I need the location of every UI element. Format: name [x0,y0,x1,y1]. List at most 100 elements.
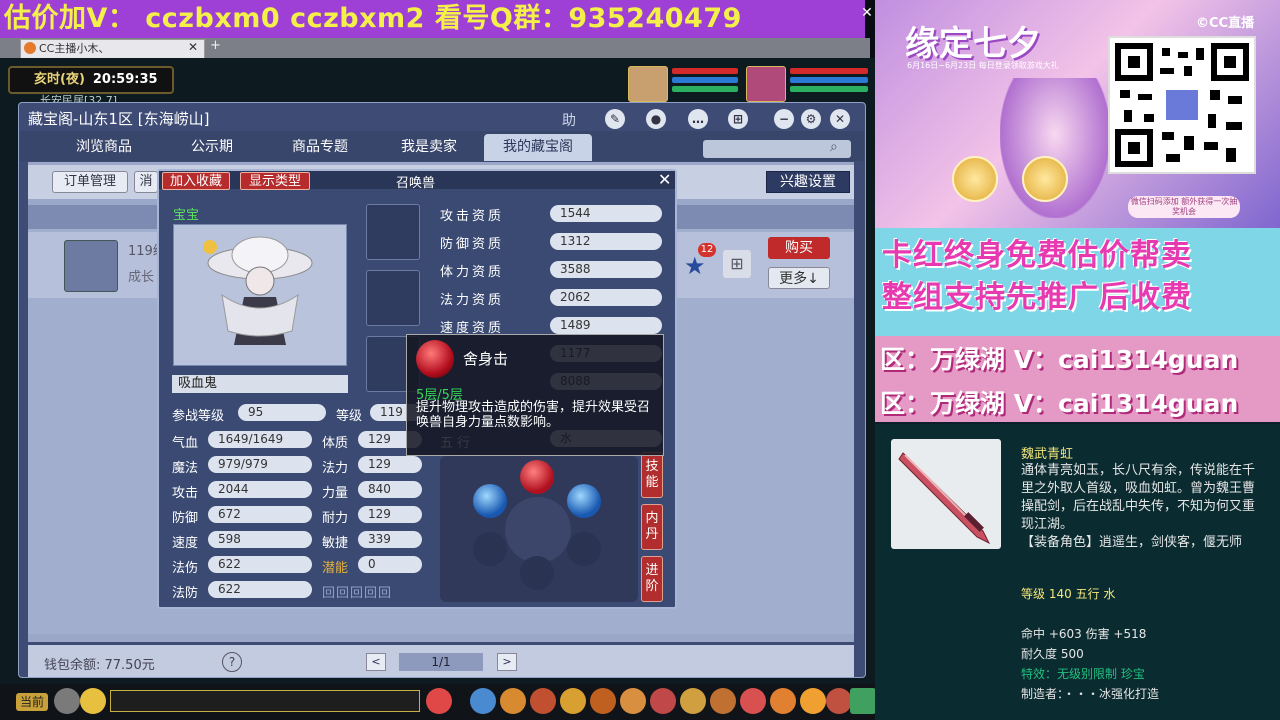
empty-orb-slot[interactable] [473,532,507,566]
tab-public[interactable]: 公示期 [162,134,262,161]
chat-channel-button[interactable]: 当前 [16,693,48,711]
smile-icon[interactable] [800,688,826,714]
show-type-button[interactable]: 显示类型 [240,172,310,190]
help-button[interactable]: 助 [562,110,576,130]
add-favorite-button[interactable]: 加入收藏 [162,172,230,190]
buy-button[interactable]: 购买 [768,237,830,259]
quality-value: 2062 [550,289,662,306]
weapon-description: 通体青亮如玉，长八尺有余，传说能在千里之外取人首级，吸血如虹。曾为魏王曹操配剑，… [1021,462,1261,552]
skill-orb-active[interactable] [520,460,554,494]
tab-advance[interactable]: 进阶 [641,556,663,602]
activity-icon[interactable] [770,688,796,714]
decorative-pattern: 回回回回回 [322,586,393,601]
screen-icon[interactable] [850,688,876,714]
more-button[interactable]: 更多↓ [768,267,830,289]
next-page-button[interactable]: > [497,653,517,671]
stat-value: 598 [208,531,312,548]
reward-coin-icon [952,156,998,202]
search-input[interactable] [703,140,851,158]
give-icon[interactable] [530,688,556,714]
close-icon[interactable]: ✕ [830,109,850,129]
equipment-slot-collar[interactable] [366,270,420,326]
weapon-image [891,439,1001,549]
message-button[interactable]: 消 [134,171,158,193]
reward-coin-icon [1022,156,1068,202]
time-period: 亥时(夜) [34,72,85,87]
quick-icon[interactable] [710,688,736,714]
equipment-slot-armor[interactable] [366,204,420,260]
pet-name: 吸血鬼 [172,375,348,393]
trade-icon[interactable] [560,688,586,714]
friends-icon[interactable] [740,688,766,714]
page-indicator: 1/1 [399,653,483,671]
emoji-icon[interactable] [80,688,106,714]
item-icon[interactable] [500,688,526,714]
prev-page-button[interactable]: < [366,653,386,671]
player-portrait[interactable] [746,66,786,102]
empty-orb-slot[interactable] [567,532,601,566]
battle-level-value: 95 [238,404,326,421]
sp-bar [790,86,868,92]
potential-value: 0 [358,556,422,573]
chat-icon[interactable]: … [688,109,708,129]
item-thumbnail[interactable] [64,240,118,292]
system-icon[interactable] [826,688,852,714]
browser-tab[interactable]: CC主播小木、 [20,39,205,58]
quality-value: 1489 [550,317,662,334]
window-title: 藏宝阁-山东1区 [东海崂山] [28,110,210,128]
wallet-balance: 钱包余额: 77.50元 [44,658,155,673]
mp-bar [672,77,738,83]
task-icon[interactable] [650,688,676,714]
tab-my-pavilion[interactable]: 我的藏宝阁 [484,134,592,161]
chat-input[interactable] [110,690,420,712]
weapon-effects: 特效：无级别限制 珍宝 [1021,667,1145,681]
skill-orb[interactable] [473,484,507,518]
new-tab-icon[interactable]: + [210,38,221,53]
tab-favicon-icon [24,42,36,54]
add-cart-icon[interactable]: ⊞ [723,250,751,278]
item-growth: 成长 [128,270,155,285]
order-management-button[interactable]: 订单管理 [52,171,128,193]
weapon-stats: 命中 +603 伤害 +518 [1021,627,1147,641]
skill-orb[interactable] [567,484,601,518]
interest-settings-button[interactable]: 兴趣设置 [766,171,850,193]
settings-gear-icon[interactable]: ⚙ [801,109,821,129]
stat-label: 法防 [172,586,199,601]
gang-icon[interactable] [680,688,706,714]
tab-close-icon[interactable]: ✕ [188,40,198,54]
attr-label: 法力 [322,461,349,476]
tab-browse[interactable]: 浏览商品 [52,134,156,161]
search-icon[interactable]: ⌕ [830,139,838,155]
weapon-roles: 【装备角色】逍遥生，剑侠客，偃无师 [1021,535,1243,550]
pet-menu-icon[interactable] [426,688,452,714]
hp-bar [672,68,738,74]
cart-icon[interactable]: ⊞ [728,109,748,129]
pet-icon[interactable] [620,688,646,714]
close-icon[interactable]: ✕ [658,170,671,189]
favorite-star-icon[interactable]: ★ [684,254,708,278]
tab-inner-core[interactable]: 内丹 [641,504,663,550]
mic-icon[interactable] [54,688,80,714]
promo-title: 缘定七夕 [905,24,1041,64]
minimize-icon[interactable]: − [774,109,794,129]
attack-icon[interactable] [470,688,496,714]
pet-portrait[interactable] [628,66,668,102]
stat-label: 魔法 [172,461,199,476]
qr-code [1108,36,1256,174]
tab-topics[interactable]: 商品专题 [268,134,372,161]
ad-line: 卡红终身免费估价帮卖 [882,238,1192,273]
close-icon[interactable]: ✕ [860,6,874,20]
stat-value: 672 [208,506,312,523]
empty-orb-slot[interactable] [520,556,554,590]
promo-bubble: 微信扫码添加 额外获得一次抽奖机会 [1128,196,1240,218]
record-icon[interactable]: ● [646,109,666,129]
team-icon[interactable] [590,688,616,714]
ad-line: 整组支持先推广后收费 [882,280,1192,315]
attr-value: 840 [358,481,422,498]
edit-icon[interactable]: ✎ [605,109,625,129]
help-icon[interactable]: ? [222,652,242,672]
pet-type-label: 宝宝 [173,208,200,223]
weapon-name: 魏武青虹 [1021,447,1074,462]
tab-seller[interactable]: 我是卖家 [378,134,480,161]
tab-skills[interactable]: 技能 [641,452,663,498]
